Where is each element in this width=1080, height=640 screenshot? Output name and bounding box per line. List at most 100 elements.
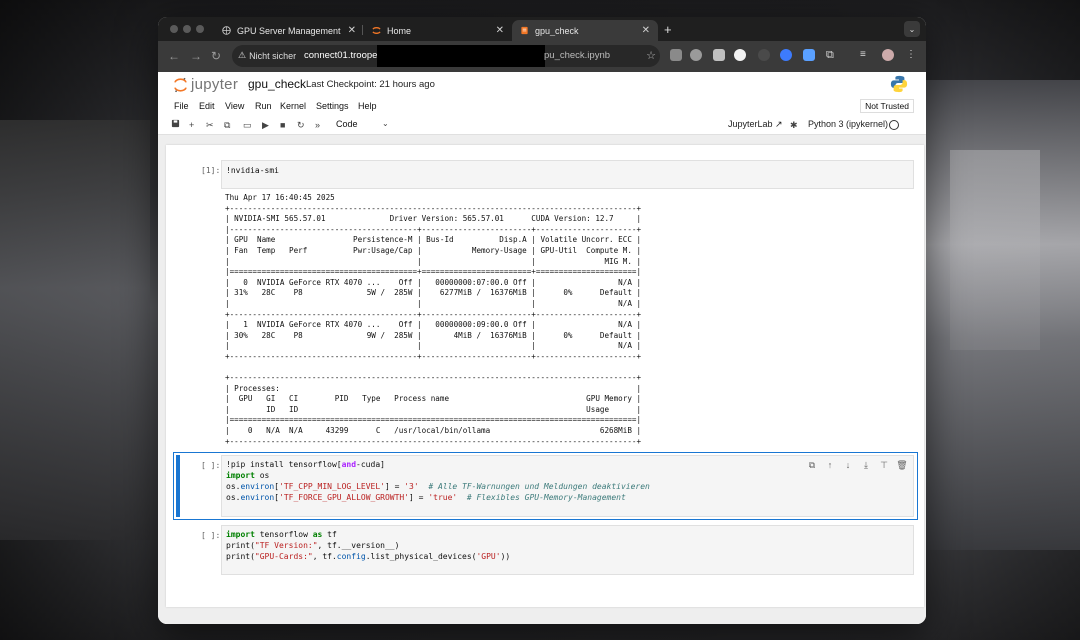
bookmark-star-icon[interactable]: ☆ (646, 49, 656, 62)
background-blur-highlight (950, 150, 1040, 350)
output-line: | GPU GI CI PID Type Process name GPU Me… (225, 394, 642, 404)
address-bar-row: ← → ↻ ⚠ Nicht sicher connect01.troope pu… (158, 41, 926, 72)
notebook-toolbar: + ✂ ⧉ ▭ ▶ ■ ↻ » Code ⌄ JupyterLab ↗ ✱ Py… (158, 115, 926, 135)
code-token: ] = (384, 482, 405, 491)
output-line: | ID ID Usage | (225, 404, 642, 414)
address-bar[interactable]: ⚠ Nicht sicher connect01.troope pu_check… (232, 45, 660, 67)
extension-icon[interactable] (713, 49, 725, 61)
kernel-name[interactable]: Python 3 (ipykernel) (808, 119, 888, 129)
url-text: connect01.troope (304, 50, 378, 61)
menu-file[interactable]: File (174, 101, 189, 111)
format-cell-icon[interactable]: ⊤ (878, 460, 890, 471)
jupyterlab-link-label: JupyterLab (728, 119, 773, 129)
code-token: 'TF_CPP_MIN_LOG_LEVEL' (279, 482, 385, 491)
puzzle-icon[interactable]: ⧉ (826, 49, 838, 61)
window-close-button[interactable] (170, 25, 178, 33)
notebook-name[interactable]: gpu_check (248, 77, 306, 91)
output-line: | NVIDIA-SMI 565.57.01 Driver Version: 5… (225, 214, 642, 224)
code-token: print( (226, 541, 255, 550)
active-cell-indicator (176, 455, 180, 517)
new-tab-button[interactable]: + (664, 20, 672, 40)
jupyter-logo[interactable]: jupyter (174, 75, 254, 95)
code-token: as (312, 530, 323, 539)
menu-run[interactable]: Run (255, 101, 272, 111)
extension-icon[interactable] (758, 49, 770, 61)
code-token: 'true' (428, 493, 458, 502)
output-line: | 0 N/A N/A 43299 C /usr/local/bin/ollam… (225, 426, 642, 436)
tab-gpu-check[interactable]: gpu_check ✕ (512, 20, 658, 41)
paste-icon[interactable]: ▭ (243, 119, 252, 131)
close-icon[interactable]: ✕ (642, 25, 650, 36)
output-line: Thu Apr 17 16:40:45 2025 (225, 193, 335, 202)
url-text-tail: pu_check.ipynb (544, 50, 611, 61)
close-icon[interactable]: ✕ (348, 25, 356, 36)
back-button[interactable]: ← (168, 48, 180, 64)
avatar[interactable] (882, 49, 894, 61)
warning-icon: ⚠ (238, 50, 247, 60)
browser-window: GPU Server Management of ✕ Home ✕ gpu_ch… (158, 17, 926, 624)
extension-icon[interactable] (780, 49, 792, 61)
code-token: os. (226, 493, 241, 502)
restart-icon[interactable]: ↻ (297, 119, 305, 131)
stop-icon[interactable]: ■ (280, 119, 285, 131)
move-down-icon[interactable]: ↓ (842, 460, 854, 471)
window-zoom-button[interactable] (196, 25, 204, 33)
code-token: , tf. (312, 552, 337, 561)
window-minimize-button[interactable] (183, 25, 191, 33)
code-line: print("GPU-Cards:", tf.config.list_physi… (226, 551, 510, 562)
delete-cell-icon[interactable]: 🗑 (896, 460, 908, 471)
cell-prompt: [ ]: (201, 461, 221, 470)
jupyter-icon (372, 26, 381, 35)
tab-search-button[interactable]: ⌄ (904, 21, 920, 37)
reload-button[interactable]: ↻ (211, 48, 221, 64)
extension-icon[interactable] (670, 49, 682, 61)
tab-home[interactable]: Home ✕ (364, 20, 512, 41)
add-cell-icon[interactable]: + (189, 119, 194, 131)
security-label: Nicht sicher (249, 50, 297, 61)
tab-divider (362, 25, 363, 35)
extension-icon[interactable] (734, 49, 746, 61)
reading-list-icon[interactable]: ≡ (860, 49, 872, 61)
output-line: | Fan Temp Perf Pwr:Usage/Cap | Memory-U… (225, 245, 642, 255)
code-line: import tensorflow as tf (226, 529, 337, 540)
jupyter-header: jupyter gpu_check Last Checkpoint: 21 ho… (158, 72, 926, 98)
cut-icon[interactable]: ✂ (206, 119, 214, 131)
jupyterlab-link[interactable]: JupyterLab ↗ (728, 119, 783, 130)
output-line: |=======================================… (225, 267, 642, 277)
code-token: os (254, 471, 270, 480)
calendar-icon[interactable] (803, 49, 815, 61)
chevron-down-icon[interactable]: ⌄ (382, 119, 389, 128)
menu-view[interactable]: View (225, 101, 244, 111)
code-token: print( (226, 552, 255, 561)
save-icon[interactable] (171, 119, 180, 131)
kernel-status-icon (889, 120, 899, 130)
more-menu-icon[interactable]: ⋮ (906, 49, 918, 61)
cell-type-select[interactable]: Code (336, 119, 358, 129)
code-cell-input[interactable]: !nvidia-smi (221, 160, 914, 189)
forward-button[interactable]: → (190, 48, 202, 64)
run-icon[interactable]: ▶ (262, 119, 269, 131)
code-cell-input[interactable]: import tensorflow as tf print("TF Versio… (221, 525, 914, 575)
security-indicator[interactable]: ⚠ Nicht sicher (238, 50, 296, 61)
code-token: .list_physical_devices( (365, 552, 477, 561)
extension-icon[interactable] (690, 49, 702, 61)
tab-gpu-server[interactable]: GPU Server Management of ✕ (214, 20, 364, 41)
close-icon[interactable]: ✕ (496, 25, 504, 36)
output-line: |=======================================… (225, 415, 642, 425)
output-line: | | | MIG M. | (225, 256, 642, 266)
insert-below-icon[interactable]: ⤓ (860, 460, 872, 471)
menu-help[interactable]: Help (358, 101, 377, 111)
debugger-icon[interactable]: ✱ (790, 119, 798, 131)
code-line: !nvidia-smi (226, 166, 279, 175)
menu-edit[interactable]: Edit (199, 101, 215, 111)
menu-settings[interactable]: Settings (316, 101, 349, 111)
trust-status-button[interactable]: Not Trusted (860, 99, 914, 113)
tab-strip: GPU Server Management of ✕ Home ✕ gpu_ch… (158, 17, 926, 41)
output-line: |---------------------------------------… (225, 224, 642, 234)
copy-icon[interactable]: ⧉ (224, 119, 230, 131)
duplicate-cell-icon[interactable]: ⧉ (806, 460, 818, 471)
fast-forward-icon[interactable]: » (315, 119, 320, 131)
menu-kernel[interactable]: Kernel (280, 101, 306, 111)
move-up-icon[interactable]: ↑ (824, 460, 836, 471)
output-line: +---------------------------------------… (225, 203, 642, 213)
